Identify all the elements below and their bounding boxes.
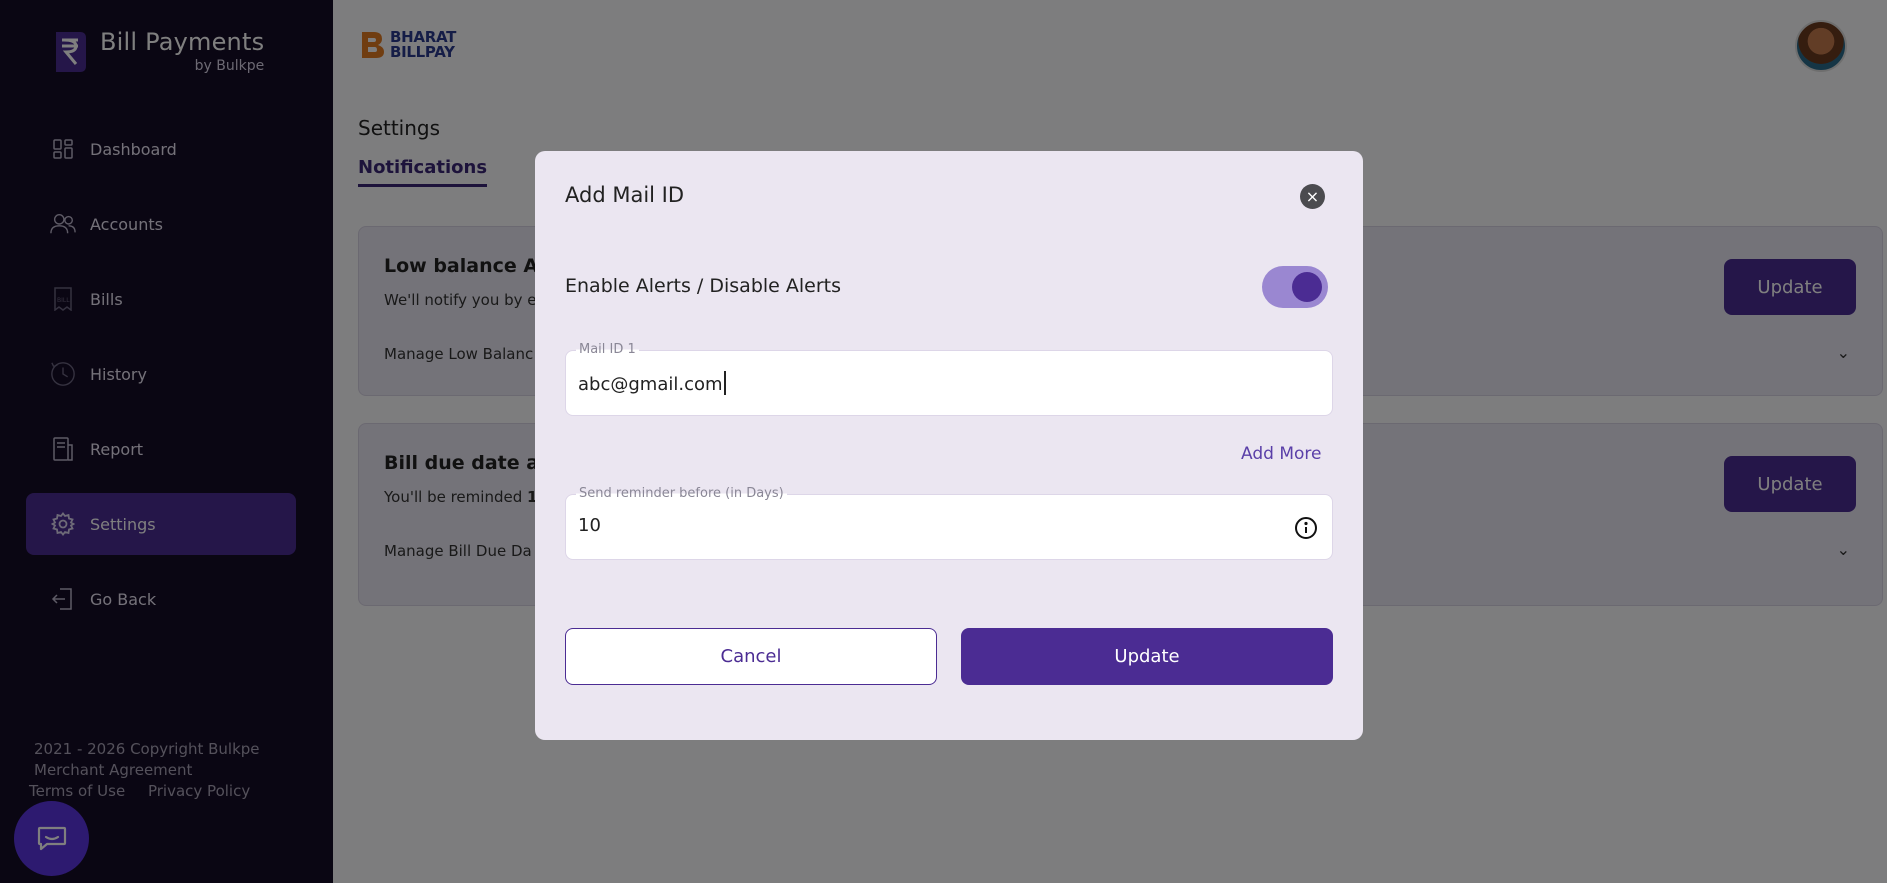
mail-id-field[interactable]: Mail ID 1 abc@gmail.com xyxy=(565,342,1333,416)
add-mail-id-dialog: Add Mail ID × Enable Alerts / Disable Al… xyxy=(535,151,1363,740)
reminder-days-field[interactable]: Send reminder before (in Days) 10 xyxy=(565,486,1333,560)
mail-id-input[interactable]: abc@gmail.com xyxy=(578,371,726,395)
text-caret xyxy=(723,371,726,395)
reminder-days-label: Send reminder before (in Days) xyxy=(576,486,787,501)
update-button[interactable]: Update xyxy=(961,628,1333,685)
mail-id-value: abc@gmail.com xyxy=(578,374,723,395)
dialog-title: Add Mail ID xyxy=(565,183,685,207)
cancel-button[interactable]: Cancel xyxy=(565,628,937,685)
alerts-toggle[interactable] xyxy=(1262,266,1328,308)
mail-id-label: Mail ID 1 xyxy=(576,342,639,357)
toggle-knob xyxy=(1292,272,1322,302)
close-icon[interactable]: × xyxy=(1300,184,1325,209)
add-more-link[interactable]: Add More xyxy=(1241,444,1321,464)
alerts-toggle-label: Enable Alerts / Disable Alerts xyxy=(565,275,842,297)
info-icon[interactable] xyxy=(1294,516,1318,540)
reminder-days-input[interactable]: 10 xyxy=(578,515,601,536)
